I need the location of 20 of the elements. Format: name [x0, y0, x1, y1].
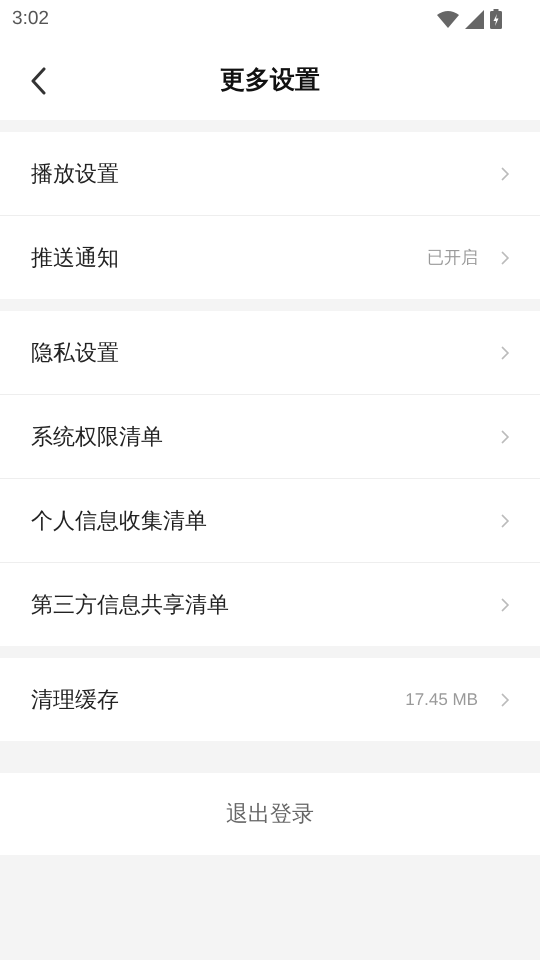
page-title: 更多设置 [220, 64, 320, 96]
chevron-icon [500, 250, 510, 266]
chevron-icon [500, 344, 510, 360]
settings-row[interactable]: 播放设置 [0, 132, 540, 215]
status-time: 3:02 [12, 8, 49, 30]
settings-row[interactable]: 清理缓存 17.45 MB [0, 658, 540, 741]
settings-row[interactable]: 个人信息收集清单 [0, 478, 540, 562]
logout-button[interactable]: 退出登录 [0, 773, 540, 855]
chevron-icon [500, 692, 510, 708]
settings-row[interactable]: 推送通知 已开启 [0, 215, 540, 299]
chevron-icon [500, 166, 510, 182]
battery-icon [490, 9, 502, 29]
chevron-icon [500, 512, 510, 528]
chevron-icon [500, 596, 510, 612]
settings-row[interactable]: 系统权限清单 [0, 394, 540, 478]
signal-icon [465, 10, 484, 28]
wifi-icon [437, 10, 459, 28]
settings-row[interactable]: 隐私设置 [0, 311, 540, 394]
settings-row[interactable]: 第三方信息共享清单 [0, 562, 540, 646]
chevron-icon [500, 428, 510, 444]
